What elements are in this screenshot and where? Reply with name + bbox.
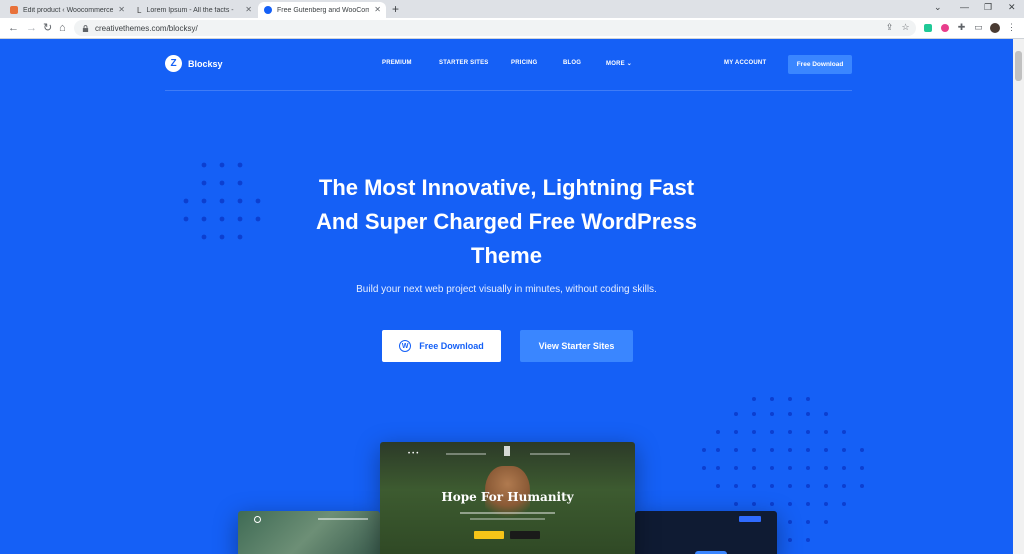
new-tab-button[interactable]: +	[392, 2, 399, 16]
hero-free-download-button[interactable]: W Free Download	[382, 330, 501, 362]
preview-text-line	[470, 518, 545, 520]
nav-item-more[interactable]: MORE ⌄	[606, 60, 632, 67]
starter-site-preview-left[interactable]	[238, 511, 380, 554]
restore-icon[interactable]: ❐	[984, 2, 992, 13]
browser-tab-lorem-ipsum[interactable]: L Lorem Ipsum - All the facts - Lip... ✕	[131, 2, 257, 18]
close-tab-icon[interactable]: ✕	[245, 5, 252, 14]
reload-icon[interactable]: ↻	[43, 21, 52, 35]
nav-item-premium[interactable]: PREMIUM	[382, 60, 412, 66]
header-divider	[165, 90, 852, 91]
browser-toolbar: ← → ↻ ⌂ creativethemes.com/blocksy/ ⇪ ☆ …	[0, 18, 1024, 39]
hero-title: The Most Innovative, Lightning Fast And …	[200, 171, 813, 273]
extension-pink-icon[interactable]	[939, 22, 950, 33]
hero-title-line-1: The Most Innovative, Lightning Fast	[318, 175, 695, 200]
address-bar[interactable]: creativethemes.com/blocksy/	[74, 20, 916, 36]
view-starter-sites-button[interactable]: View Starter Sites	[520, 330, 633, 362]
close-tab-icon[interactable]: ✕	[374, 5, 381, 14]
hero-free-download-label: Free Download	[419, 341, 484, 351]
preview-logo-icon	[254, 516, 261, 523]
preview-secondary-button	[510, 531, 540, 539]
preview-nav-bar	[318, 518, 368, 520]
share-icon[interactable]: ⇪	[884, 22, 895, 33]
lorem-favicon-icon: L	[137, 6, 142, 15]
browser-tab-bar: Edit product ‹ Woocommercepr... ✕ L Lore…	[0, 0, 1024, 18]
preview-nav-left	[446, 453, 486, 455]
nav-item-blog[interactable]: BLOG	[563, 60, 581, 66]
woocommerce-favicon-icon	[10, 6, 18, 14]
home-icon[interactable]: ⌂	[59, 21, 66, 35]
url-text: creativethemes.com/blocksy/	[95, 23, 198, 33]
forward-arrow-icon[interactable]: →	[26, 21, 37, 35]
preview-logo-mark	[504, 446, 510, 456]
extension-green-icon[interactable]	[922, 22, 933, 33]
extensions-puzzle-icon[interactable]: ✚	[956, 22, 967, 33]
browser-tab-edit-product[interactable]: Edit product ‹ Woocommercepr... ✕	[4, 2, 130, 18]
tab-title: Free Gutenberg and WooComme...	[277, 6, 369, 14]
header-free-download-button[interactable]: Free Download	[788, 55, 852, 74]
preview-dots-icon: •••	[408, 451, 421, 457]
close-window-icon[interactable]: ✕	[1008, 2, 1016, 13]
reading-list-icon[interactable]: ▭	[973, 22, 984, 33]
profile-avatar[interactable]	[989, 22, 1000, 33]
back-arrow-icon[interactable]: ←	[8, 21, 19, 35]
preview-cta-button	[739, 516, 761, 522]
blocksy-logo-icon: Z	[165, 55, 182, 72]
scrollbar-thumb[interactable]	[1015, 51, 1022, 81]
page-scrollbar[interactable]	[1013, 39, 1024, 554]
starter-site-preview-main[interactable]: ••• Hope For Humanity	[380, 442, 635, 554]
minimize-icon[interactable]: —	[960, 2, 969, 12]
tab-search-icon[interactable]: ⌄	[934, 2, 942, 13]
preview-text-line	[460, 512, 555, 514]
tab-title: Edit product ‹ Woocommercepr...	[23, 6, 113, 14]
blocksy-favicon-icon	[264, 6, 272, 14]
webpage: Z Blocksy PREMIUM STARTER SITES PRICING …	[0, 39, 1013, 554]
lock-icon	[82, 24, 89, 32]
tab-title: Lorem Ipsum - All the facts - Lip...	[146, 6, 236, 14]
browser-tab-blocksy[interactable]: Free Gutenberg and WooComme... ✕	[258, 2, 386, 18]
close-tab-icon[interactable]: ✕	[118, 5, 125, 14]
nav-more-label: MORE	[606, 61, 625, 67]
preview-primary-button	[474, 531, 504, 539]
hero-subtitle: Build your next web project visually in …	[356, 284, 657, 295]
hero-title-line-3: Theme	[471, 243, 542, 268]
nav-item-starter-sites[interactable]: STARTER SITES	[439, 60, 489, 66]
preview-nav-right	[530, 453, 570, 455]
chrome-menu-icon[interactable]: ⋮	[1006, 22, 1017, 33]
nav-item-pricing[interactable]: PRICING	[511, 60, 537, 66]
bookmark-star-icon[interactable]: ☆	[900, 22, 911, 33]
wordpress-icon: W	[399, 340, 412, 352]
brand-name: Blocksy	[188, 58, 223, 69]
preview-title: Hope For Humanity	[441, 490, 574, 504]
starter-site-preview-right[interactable]	[635, 511, 777, 554]
brand-logo[interactable]: Z Blocksy	[165, 55, 223, 72]
chevron-down-icon: ⌄	[626, 61, 632, 67]
hero-title-line-2: And Super Charged Free WordPress	[315, 209, 697, 234]
my-account-link[interactable]: MY ACCOUNT	[724, 60, 766, 66]
